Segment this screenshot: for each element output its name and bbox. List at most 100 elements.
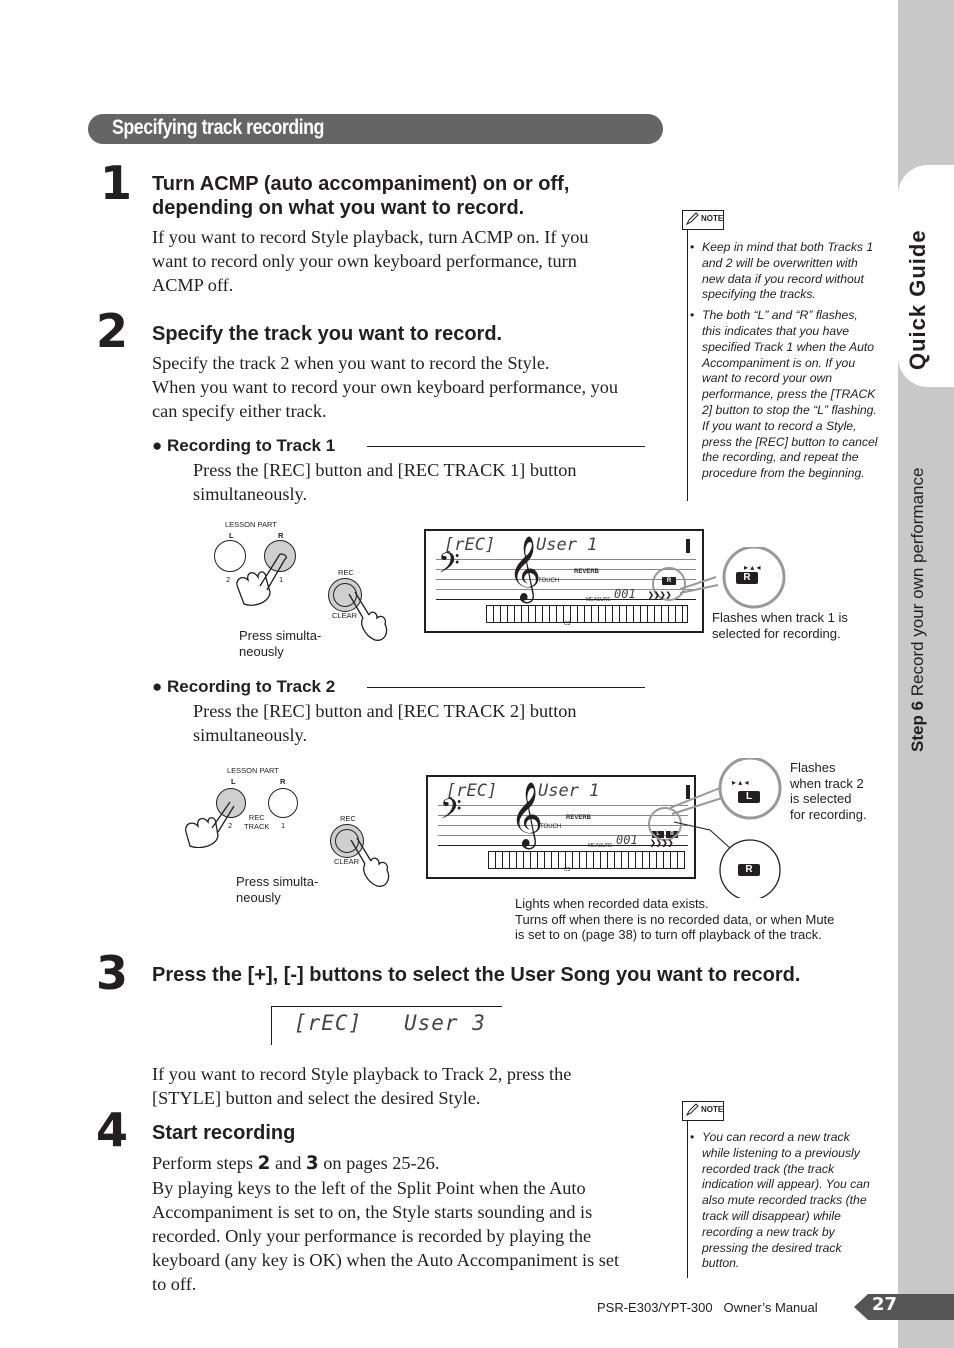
note-item: You can record a new track while listeni… bbox=[688, 1130, 878, 1272]
lesson-part-label: LESSON PART bbox=[227, 766, 279, 775]
lcd-rec-text: [rEC] bbox=[294, 1011, 363, 1035]
body-line: Accompaniment is set to on, the Style st… bbox=[152, 1202, 593, 1222]
lcd-display: [rEC] User 1 𝄢 𝄞 REVERB TOUCH MEASURE 00… bbox=[424, 529, 704, 633]
note-list: You can record a new track while listeni… bbox=[688, 1130, 878, 1277]
hand-pressing-icon bbox=[185, 801, 235, 848]
pencil-icon bbox=[685, 212, 699, 226]
step-ref: 3 bbox=[305, 1153, 319, 1174]
c3-label: C3 bbox=[564, 867, 571, 873]
body-line: to off. bbox=[152, 1274, 197, 1294]
subheading-track-1: ● Recording to Track 1 bbox=[152, 436, 336, 455]
l-label: L bbox=[229, 531, 234, 540]
treble-clef-icon: 𝄞 bbox=[510, 784, 544, 846]
step-title: Record your own performance bbox=[908, 467, 927, 697]
divider bbox=[367, 687, 645, 688]
note-label: NOTE bbox=[701, 214, 724, 223]
lcd-song-name: User 1 bbox=[538, 781, 600, 801]
body-line: When you want to record your own keyboar… bbox=[152, 377, 619, 397]
track-1-instructions: Press the [REC] button and [REC TRACK 1]… bbox=[193, 458, 577, 506]
note-item: Keep in mind that both Tracks 1 and 2 wi… bbox=[688, 240, 878, 303]
callout-flash-text: Flashes when track 2 is selected for rec… bbox=[790, 760, 867, 822]
rec-label: REC bbox=[338, 568, 354, 577]
step-1-heading: Turn ACMP (auto accompaniment) on or off… bbox=[152, 172, 569, 220]
body-line: [STYLE] button and select the desired St… bbox=[152, 1088, 481, 1108]
hand-pressing-icon bbox=[350, 837, 390, 887]
lesson-r-button[interactable] bbox=[268, 788, 298, 818]
body-line: simultaneously. bbox=[193, 725, 308, 745]
callout-lights-text: Lights when recorded data exists. Turns … bbox=[515, 896, 835, 943]
body-line: Press the [REC] button and [REC TRACK 2]… bbox=[193, 701, 577, 721]
measure-value: 001 bbox=[616, 833, 638, 847]
l-label: L bbox=[231, 777, 236, 786]
rec-track-label: REC TRACK bbox=[244, 813, 270, 831]
hand-pressing-icon bbox=[348, 591, 388, 641]
lcd-song-name: User 1 bbox=[536, 535, 598, 555]
text: on pages 25-26. bbox=[323, 1153, 440, 1173]
touch-label: TOUCH bbox=[540, 824, 562, 830]
touch-label: TOUCH bbox=[538, 578, 560, 584]
c3-label: C3 bbox=[564, 621, 571, 627]
page-number-tab bbox=[854, 1294, 954, 1320]
lcd-display-song: [rEC] User 3 bbox=[271, 1006, 502, 1045]
body-line: Specify the track 2 when you want to rec… bbox=[152, 353, 550, 373]
body-line: ACMP off. bbox=[152, 275, 234, 295]
tempo-arrows-icon: ❯❯❯❯ bbox=[648, 592, 672, 599]
page-number: 27 bbox=[872, 1294, 898, 1315]
callout-pointers bbox=[670, 758, 782, 898]
keyboard-graphic bbox=[486, 605, 688, 623]
note-label: NOTE bbox=[701, 1105, 724, 1114]
step-3-heading: Press the [+], [-] buttons to select the… bbox=[152, 964, 801, 986]
figure-track-2: LESSON PART L R 2 REC TRACK 1 REC CLEAR … bbox=[180, 758, 880, 948]
step-2-heading: Specify the track you want to record. bbox=[152, 323, 503, 345]
note-item: The both “L” and “R” flashes, this indic… bbox=[688, 308, 878, 482]
press-caption: Press simulta- neously bbox=[236, 874, 319, 905]
step-number-2: 2 bbox=[96, 304, 129, 358]
rec-label: REC bbox=[340, 814, 356, 823]
step-3-body: If you want to record Style playback to … bbox=[152, 1062, 571, 1110]
text: Perform steps bbox=[152, 1153, 254, 1173]
track-2-instructions: Press the [REC] button and [REC TRACK 2]… bbox=[193, 699, 577, 747]
body-line: Perform steps 2 and 3 on pages 25-26. bbox=[152, 1151, 652, 1176]
r-label: R bbox=[280, 777, 286, 786]
note-badge: NOTE bbox=[682, 210, 724, 230]
lesson-part-label: LESSON PART bbox=[225, 520, 277, 529]
flash-marks-icon: ▸ ▴ ◂ bbox=[732, 778, 749, 787]
step-indicator: Step 6 Record your own performance bbox=[908, 468, 928, 752]
subheading-text: Recording to Track 1 bbox=[167, 436, 336, 455]
divider bbox=[367, 446, 645, 447]
quick-guide-label: Quick Guide bbox=[905, 229, 930, 370]
reverb-label: REVERB bbox=[566, 815, 592, 821]
body-line: keyboard (any key is OK) when the Auto A… bbox=[152, 1250, 620, 1270]
body-line: If you want to record Style playback to … bbox=[152, 1064, 572, 1084]
step-number-1: 1 bbox=[100, 156, 133, 210]
r-indicator-zoom: R bbox=[736, 572, 758, 584]
body-line: Press the [REC] button and [REC TRACK 1]… bbox=[193, 460, 577, 480]
flash-marks-icon: ▸ ▴ ◂ bbox=[744, 563, 761, 572]
bass-clef-icon: 𝄢 bbox=[440, 795, 462, 832]
press-caption: Press simulta- neously bbox=[239, 628, 322, 659]
note-list: Keep in mind that both Tracks 1 and 2 wi… bbox=[688, 240, 878, 487]
track-1-number: 1 bbox=[281, 821, 286, 830]
r-label: R bbox=[278, 531, 284, 540]
step-4-heading: Start recording bbox=[152, 1122, 296, 1144]
manual-title: PSR-E303/YPT-300 Owner’s Manual bbox=[597, 1300, 818, 1315]
measure-label: MEASURE bbox=[588, 843, 613, 849]
measure-label: MEASURE bbox=[586, 597, 611, 603]
body-line: simultaneously. bbox=[193, 484, 308, 504]
reverb-label: REVERB bbox=[574, 569, 600, 575]
measure-value: 001 bbox=[614, 587, 636, 601]
body-line: If you want to record Style playback, tu… bbox=[152, 227, 589, 247]
body-line: can specify either track. bbox=[152, 401, 327, 421]
pencil-icon bbox=[685, 1103, 699, 1117]
bass-clef-icon: 𝄢 bbox=[438, 549, 460, 586]
step-ref: 2 bbox=[257, 1153, 271, 1174]
section-banner: Specifying track recording bbox=[88, 114, 663, 144]
lcd-display: [rEC] User 1 𝄢 𝄞 REVERB TOUCH MEASURE 00… bbox=[426, 775, 696, 879]
callout-text: Flashes when track 1 is selected for rec… bbox=[712, 610, 848, 641]
step-2-body: Specify the track 2 when you want to rec… bbox=[152, 351, 652, 423]
step-4-body: Perform steps 2 and 3 on pages 25-26. By… bbox=[152, 1151, 652, 1296]
note-badge: NOTE bbox=[682, 1101, 724, 1121]
section-title: Specifying track recording bbox=[112, 116, 324, 139]
lcd-song-name: User 3 bbox=[404, 1011, 486, 1035]
figure-track-1: LESSON PART L R 2 1 REC CLEAR Press simu… bbox=[200, 512, 900, 662]
